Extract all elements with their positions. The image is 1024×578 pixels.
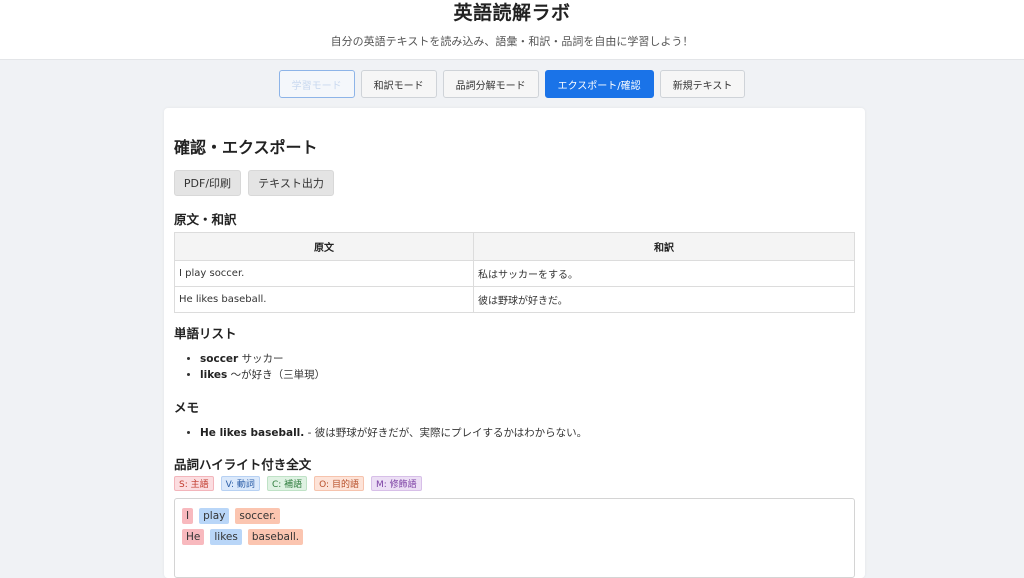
legend-complement: C: 補語 (266, 476, 308, 491)
translation-cell: 彼は野球が好きだ。 (473, 286, 855, 313)
app-subtitle: 自分の英語テキストを読み込み、語彙・和訳・品詞を自由に学習しよう！ (330, 35, 694, 48)
tab-pos-mode[interactable]: 品詞分解モード (442, 70, 539, 98)
memo-heading: メモ (174, 400, 200, 415)
text-export-button[interactable]: テキスト出力 (248, 170, 334, 196)
pos-legend: S: 主語 V: 動詞 C: 補語 O: 目的語 M: 修飾語 (174, 476, 422, 491)
vocab-list: soccer サッカー likes 〜が好き（三単現） (174, 351, 325, 383)
word-subject[interactable]: He (182, 529, 205, 545)
list-item: He likes baseball. - 彼は野球が好きだが、実際にプレイするか… (200, 425, 587, 441)
memo-list: He likes baseball. - 彼は野球が好きだが、実際にプレイするか… (174, 425, 587, 441)
memo-sentence: He likes baseball. (200, 427, 305, 439)
mode-tabs: 学習モード 和訳モード 品詞分解モード エクスポート/確認 新規テキスト (0, 70, 1024, 98)
highlight-line: I play soccer. (182, 508, 280, 524)
list-item: likes 〜が好き（三単現） (200, 367, 325, 383)
legend-subject: S: 主語 (174, 476, 214, 491)
legend-verb: V: 動詞 (220, 476, 260, 491)
word-subject[interactable]: I (182, 508, 194, 524)
tab-study-mode[interactable]: 学習モード (278, 70, 355, 98)
word-object[interactable]: soccer. (235, 508, 280, 524)
vocab-heading: 単語リスト (174, 326, 237, 341)
original-cell: He likes baseball. (174, 286, 474, 313)
pos-highlight-text: I play soccer. He likes baseball. (174, 498, 855, 578)
word-verb[interactable]: likes (210, 529, 242, 545)
vocab-meaning: 〜が好き（三単現） (230, 369, 326, 381)
pos-heading: 品詞ハイライト付き全文 (174, 457, 312, 472)
translation-table: 原文 和訳 I play soccer. 私はサッカーをする。 He likes… (174, 232, 855, 313)
tab-new-text[interactable]: 新規テキスト (659, 70, 746, 98)
translation-cell: 私はサッカーをする。 (473, 260, 855, 287)
pdf-print-button[interactable]: PDF/印刷 (174, 170, 241, 196)
table-row: I play soccer. 私はサッカーをする。 (174, 260, 855, 287)
table-row: He likes baseball. 彼は野球が好きだ。 (174, 286, 855, 313)
legend-object: O: 目的語 (314, 476, 364, 491)
legend-modifier: M: 修飾語 (370, 476, 422, 491)
word-object[interactable]: baseball. (247, 529, 304, 545)
vocab-word: soccer (200, 353, 239, 365)
export-card: 確認・エクスポート PDF/印刷 テキスト出力 原文・和訳 原文 和訳 I pl… (164, 108, 865, 578)
word-verb[interactable]: play (199, 508, 230, 524)
memo-note: - 彼は野球が好きだが、実際にプレイするかはわからない。 (307, 427, 588, 439)
app-title: 英語読解ラボ (453, 2, 571, 24)
column-header-original: 原文 (174, 232, 474, 261)
tab-translation-mode[interactable]: 和訳モード (360, 70, 437, 98)
list-item: soccer サッカー (200, 351, 325, 367)
original-cell: I play soccer. (174, 260, 474, 287)
translation-heading: 原文・和訳 (174, 212, 237, 227)
app-header: 英語読解ラボ 自分の英語テキストを読み込み、語彙・和訳・品詞を自由に学習しよう！ (0, 0, 1024, 60)
column-header-translation: 和訳 (473, 232, 855, 261)
vocab-meaning: サッカー (241, 353, 284, 365)
highlight-line: He likes baseball. (182, 529, 304, 545)
vocab-word: likes (200, 369, 228, 381)
tab-export[interactable]: エクスポート/確認 (544, 70, 654, 98)
page-title: 確認・エクスポート (174, 138, 318, 157)
